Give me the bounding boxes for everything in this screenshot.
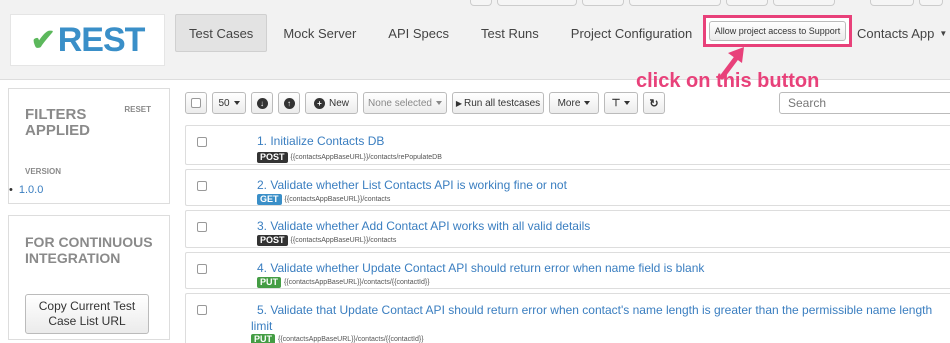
- select-all-checkbox[interactable]: [191, 98, 201, 108]
- caret-down-icon: [584, 101, 591, 105]
- caret-down-icon: [624, 101, 631, 105]
- selection-dropdown[interactable]: None selected: [363, 92, 447, 114]
- endpoint-path: {{contactsAppBaseURL}}/contacts: [290, 237, 397, 244]
- row-checkbox[interactable]: [197, 264, 207, 274]
- version-label: VERSION: [25, 167, 62, 176]
- filter-icon: ⊤: [611, 97, 621, 109]
- testcase-list: 1. Initialize Contacts DB POST {{contact…: [185, 125, 950, 343]
- method-badge: GET: [257, 194, 282, 205]
- testcase-row[interactable]: 5. Validate that Update Contact API shou…: [185, 293, 950, 343]
- page-size-dropdown[interactable]: 50: [212, 92, 246, 114]
- plus-circle-icon: +: [313, 97, 325, 109]
- tab-project-configuration[interactable]: Project Configuration: [555, 14, 708, 52]
- new-testcase-button[interactable]: + New: [305, 92, 358, 114]
- allow-support-access-button[interactable]: Allow project access to Support: [708, 21, 847, 41]
- top-strip-button[interactable]: [497, 0, 577, 6]
- testcase-endpoint: POST {{contactsAppBaseURL}}/contacts/reP…: [257, 152, 442, 163]
- arrow-up-circle-icon: ↑: [283, 97, 295, 109]
- main-nav: Test Cases Mock Server API Specs Test Ru…: [175, 14, 708, 52]
- select-all-button[interactable]: [185, 92, 207, 114]
- testcase-row[interactable]: 4. Validate whether Update Contact API s…: [185, 252, 950, 289]
- row-checkbox[interactable]: [197, 222, 207, 232]
- selection-value: None selected: [368, 97, 432, 109]
- method-badge: POST: [257, 152, 288, 163]
- page-size-value: 50: [218, 97, 230, 109]
- top-strip-button[interactable]: [773, 0, 835, 6]
- new-label: New: [328, 97, 349, 109]
- caret-down-icon: [435, 101, 442, 105]
- testcase-row[interactable]: 1. Initialize Contacts DB POST {{contact…: [185, 125, 950, 165]
- testcase-row[interactable]: 2. Validate whether List Contacts API is…: [185, 169, 950, 206]
- ci-title: FOR CONTINUOUS INTEGRATION: [25, 234, 153, 266]
- tab-api-specs[interactable]: API Specs: [372, 14, 465, 52]
- endpoint-path: {{contactsAppBaseURL}}/contacts/{{contac…: [284, 279, 430, 286]
- endpoint-path: {{contactsAppBaseURL}}/contacts: [284, 196, 391, 203]
- testcase-endpoint: GET {{contactsAppBaseURL}}/contacts: [257, 194, 390, 205]
- filters-title: FILTERS APPLIED: [25, 106, 91, 139]
- refresh-button[interactable]: ↻: [643, 92, 665, 114]
- checkmark-icon: ✔: [30, 23, 56, 57]
- testcase-title[interactable]: 1. Initialize Contacts DB: [257, 134, 384, 148]
- method-badge: PUT: [251, 334, 275, 343]
- testcase-row[interactable]: 3. Validate whether Add Contact API work…: [185, 210, 950, 248]
- project-menu-label: Contacts App: [857, 25, 935, 41]
- tab-test-cases[interactable]: Test Cases: [175, 14, 268, 52]
- filter-dropdown[interactable]: ⊤: [604, 92, 638, 114]
- top-strip-button[interactable]: [470, 0, 492, 6]
- method-badge: PUT: [257, 277, 281, 288]
- top-strip-button[interactable]: [870, 0, 914, 6]
- move-up-button[interactable]: ↑: [278, 92, 300, 114]
- version-filter-item[interactable]: • 1.0.0: [9, 184, 43, 196]
- filters-panel: FILTERS APPLIED RESET VERSION • 1.0.0: [8, 88, 170, 204]
- row-checkbox[interactable]: [197, 181, 207, 191]
- app-header: ✔ REST Test Cases Mock Server API Specs …: [0, 0, 950, 80]
- top-strip-button[interactable]: [919, 0, 943, 6]
- run-all-label: Run all testcases: [464, 97, 541, 109]
- endpoint-path: {{contactsAppBaseURL}}/contacts/rePopula…: [290, 154, 442, 161]
- top-strip-button[interactable]: [629, 0, 721, 6]
- copy-testcase-url-button[interactable]: Copy Current Test Case List URL: [25, 294, 149, 334]
- testcase-endpoint: PUT {{contactsAppBaseURL}}/contacts/{{co…: [251, 334, 424, 343]
- testcase-title[interactable]: 2. Validate whether List Contacts API is…: [257, 178, 567, 192]
- move-down-button[interactable]: ↓: [251, 92, 273, 114]
- annotation-text: click on this button: [636, 70, 820, 92]
- version-value: 1.0.0: [18, 184, 44, 196]
- more-label: More: [557, 97, 581, 109]
- bullet: •: [9, 184, 13, 196]
- refresh-icon: ↻: [649, 97, 659, 110]
- project-menu[interactable]: Contacts App ▼: [857, 14, 947, 52]
- search-input[interactable]: [779, 92, 950, 114]
- method-badge: POST: [257, 235, 288, 246]
- play-icon: ▶: [455, 98, 462, 108]
- logo[interactable]: ✔ REST: [10, 14, 165, 66]
- row-checkbox[interactable]: [197, 137, 207, 147]
- list-toolbar: 50 ↓ ↑ + New None selected ▶ Run all testc…: [185, 92, 670, 114]
- top-toolbar-strip: [0, 0, 950, 8]
- testcase-endpoint: POST {{contactsAppBaseURL}}/contacts: [257, 235, 396, 246]
- support-access-highlight: Allow project access to Support: [703, 15, 852, 47]
- testcase-endpoint: PUT {{contactsAppBaseURL}}/contacts/{{co…: [257, 277, 430, 288]
- ci-panel: FOR CONTINUOUS INTEGRATION Copy Current …: [8, 215, 170, 340]
- row-checkbox[interactable]: [197, 305, 207, 315]
- logo-text: REST: [57, 20, 146, 59]
- caret-down-icon: [233, 101, 240, 105]
- more-dropdown[interactable]: More: [549, 92, 599, 114]
- testcase-title[interactable]: 5. Validate that Update Contact API shou…: [251, 302, 943, 334]
- top-strip-button[interactable]: [726, 0, 768, 6]
- tab-mock-server[interactable]: Mock Server: [267, 14, 372, 52]
- run-all-button[interactable]: ▶ Run all testcases: [452, 92, 544, 114]
- testcase-title[interactable]: 3. Validate whether Add Contact API work…: [257, 219, 590, 233]
- arrow-down-circle-icon: ↓: [256, 97, 268, 109]
- testcase-title[interactable]: 4. Validate whether Update Contact API s…: [257, 261, 704, 275]
- caret-down-icon: ▼: [939, 28, 948, 38]
- reset-link[interactable]: RESET: [124, 105, 151, 114]
- top-strip-button[interactable]: [582, 0, 624, 6]
- tab-test-runs[interactable]: Test Runs: [465, 14, 555, 52]
- endpoint-path: {{contactsAppBaseURL}}/contacts/{{contac…: [278, 336, 424, 343]
